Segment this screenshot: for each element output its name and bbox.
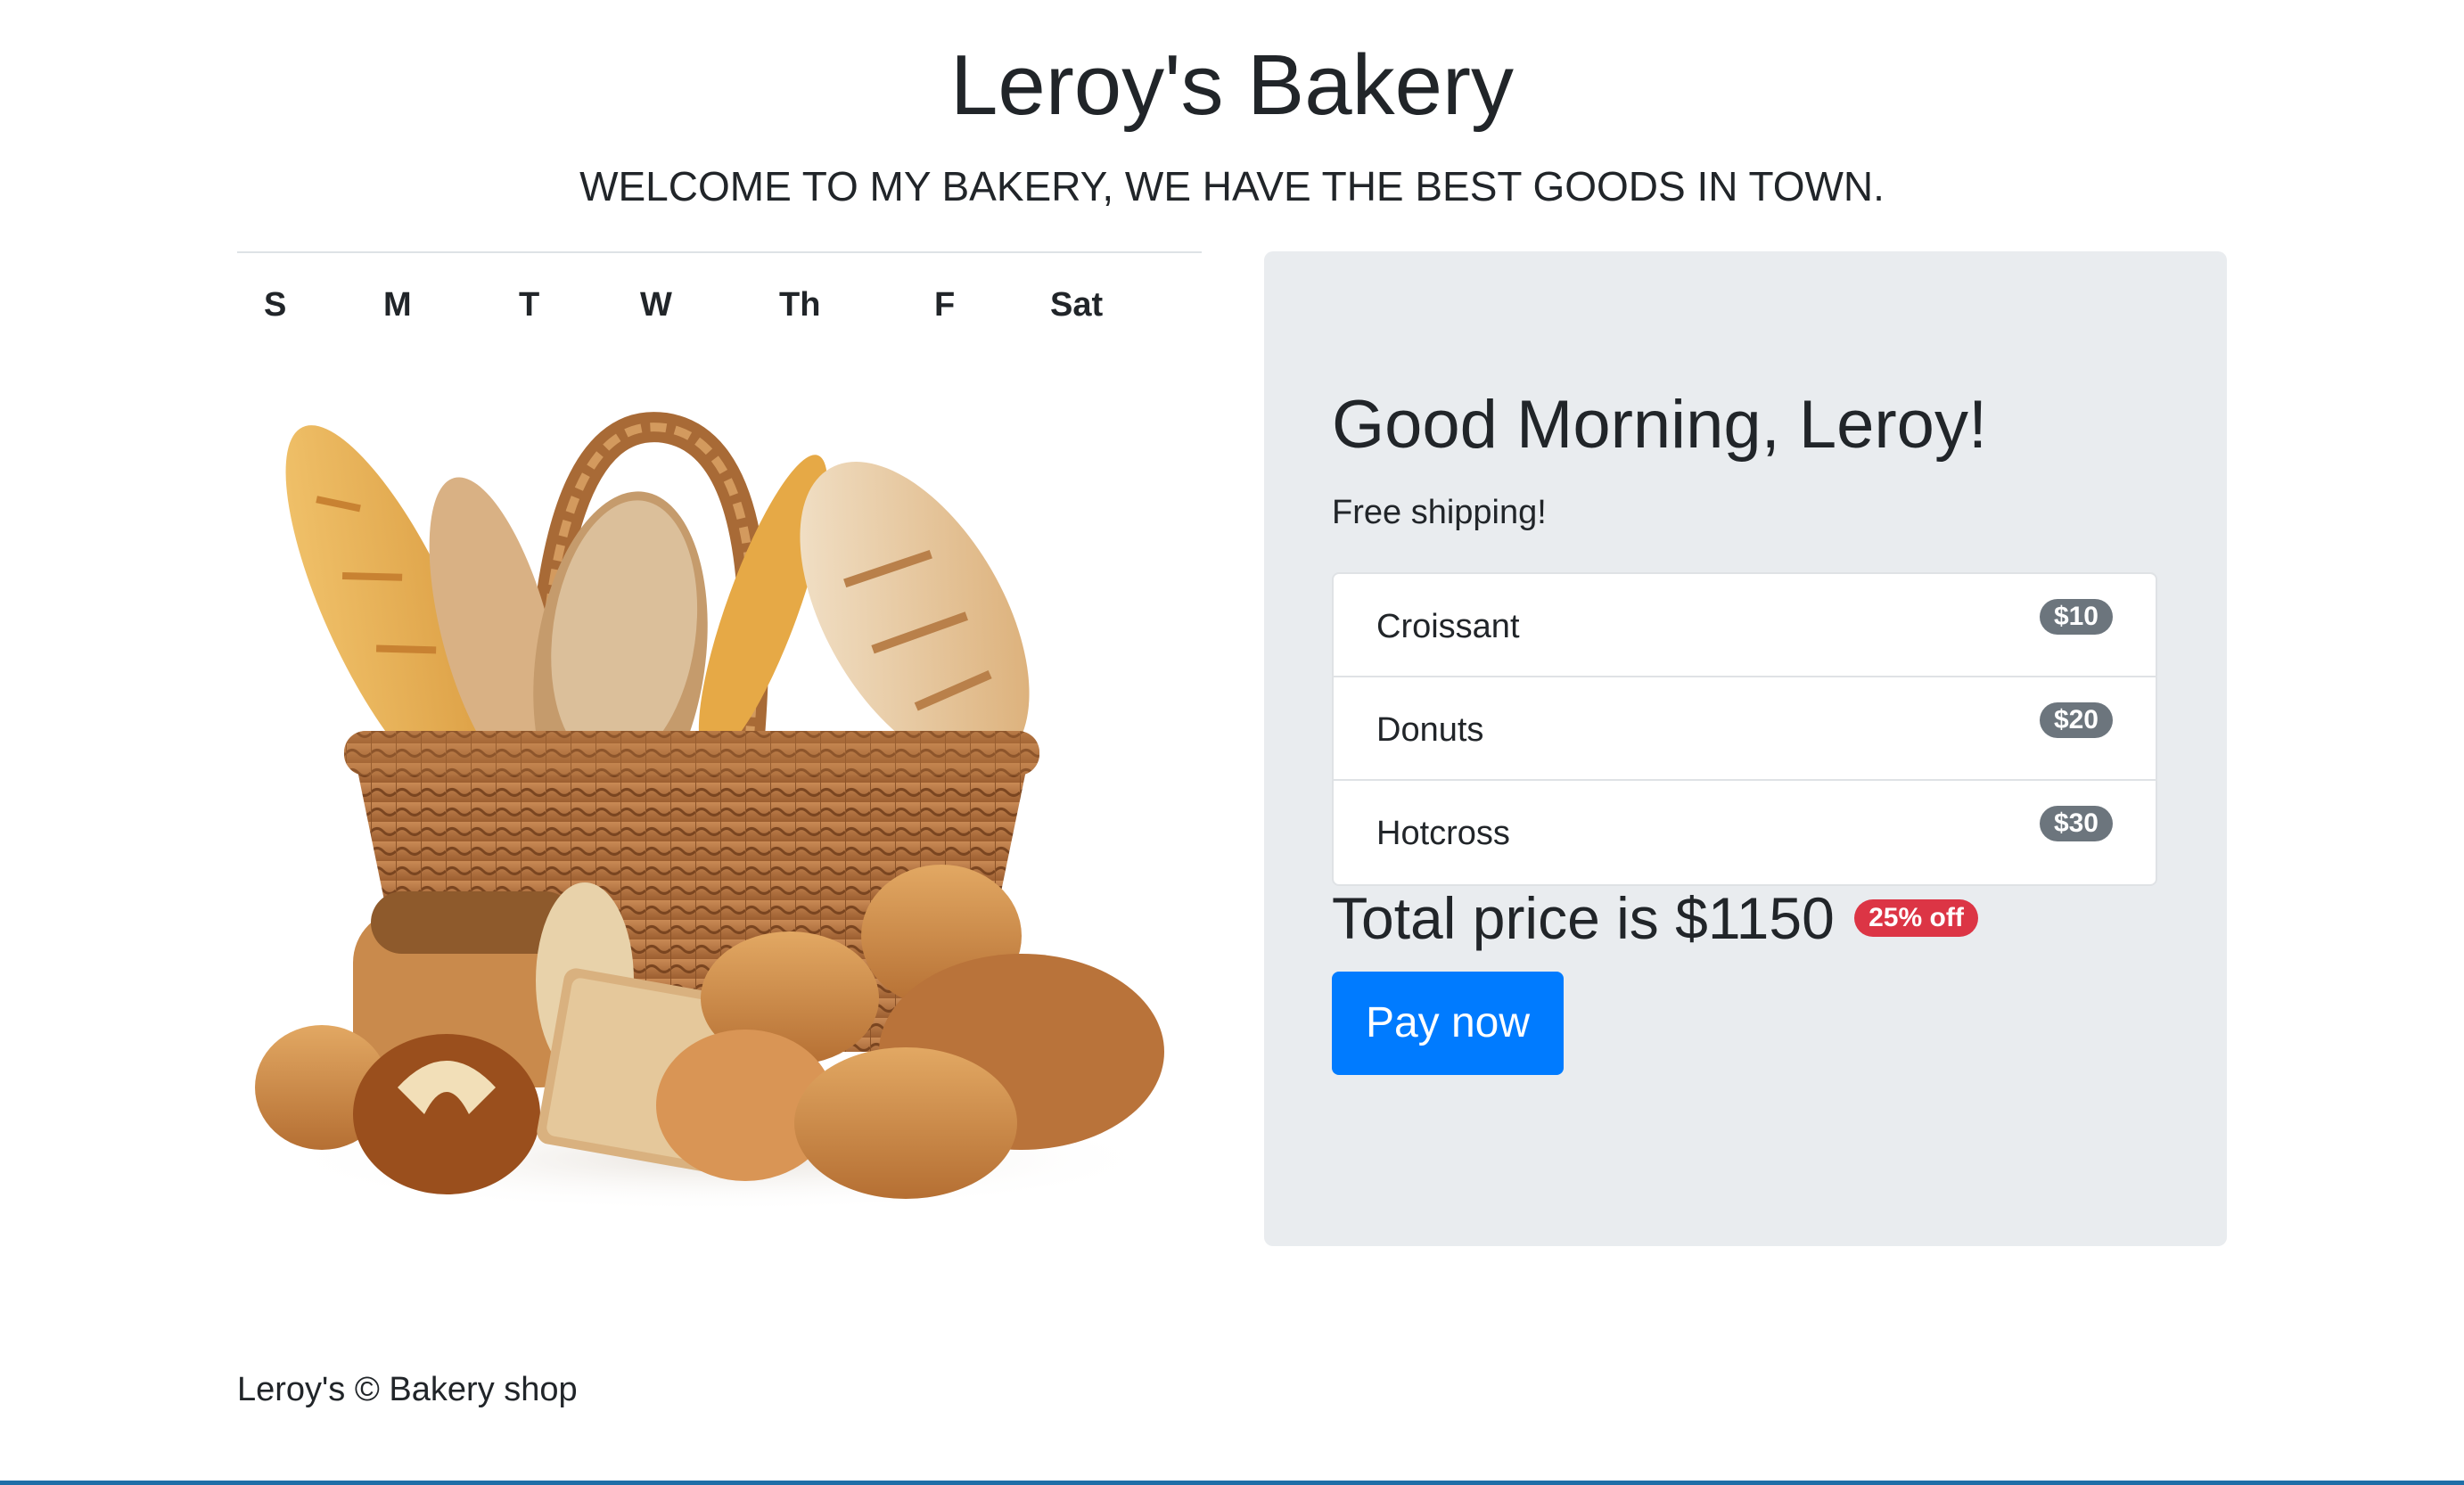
page-subtitle: WELCOME TO MY BAKERY, WE HAVE THE BEST G… bbox=[579, 163, 1885, 209]
page-title: Leroy's Bakery bbox=[950, 37, 1514, 133]
weekday-saturday: Sat bbox=[1050, 286, 1104, 324]
page: Leroy's Bakery WELCOME TO MY BAKERY, WE … bbox=[0, 0, 2464, 1485]
footer-text: Leroy's © Bakery shop bbox=[237, 1371, 578, 1408]
list-item[interactable]: Donuts $20 bbox=[1334, 677, 2156, 781]
weekday-friday: F bbox=[934, 286, 956, 324]
bottom-divider bbox=[0, 1481, 2464, 1485]
weekday-wednesday: W bbox=[640, 286, 672, 324]
price-badge: $30 bbox=[2039, 806, 2113, 841]
price-badge: $20 bbox=[2039, 702, 2113, 738]
weekday-table: S M T W Th F Sat bbox=[237, 251, 1202, 357]
shipping-note: Free shipping! bbox=[1332, 494, 1547, 531]
product-name: Hotcross bbox=[1376, 815, 1510, 852]
product-list: Croissant $10 Donuts $20 Hotcross $30 bbox=[1332, 572, 2157, 886]
product-name: Donuts bbox=[1376, 711, 1484, 749]
price-badge: $10 bbox=[2039, 599, 2113, 635]
weekday-sunday: S bbox=[264, 286, 287, 324]
weekday-thursday: Th bbox=[779, 286, 821, 324]
list-item[interactable]: Croissant $10 bbox=[1334, 574, 2156, 677]
weekday-tuesday: T bbox=[519, 286, 540, 324]
pay-now-button[interactable]: Pay now bbox=[1332, 972, 1564, 1075]
total-price-text: Total price is $1150 bbox=[1332, 885, 1835, 951]
total-price: Total price is $1150 25% off bbox=[1332, 882, 1978, 954]
discount-badge: 25% off bbox=[1854, 898, 1978, 937]
weekday-monday: M bbox=[383, 286, 412, 324]
list-item[interactable]: Hotcross $30 bbox=[1334, 781, 2156, 884]
weekday-header-row: S M T W Th F Sat bbox=[237, 253, 1202, 357]
greeting-heading: Good Morning, Leroy! bbox=[1332, 387, 1988, 463]
bread-basket-image bbox=[246, 410, 1191, 1230]
welcome-panel: Good Morning, Leroy! Free shipping! Croi… bbox=[1264, 251, 2227, 1246]
product-name: Croissant bbox=[1376, 608, 1520, 645]
